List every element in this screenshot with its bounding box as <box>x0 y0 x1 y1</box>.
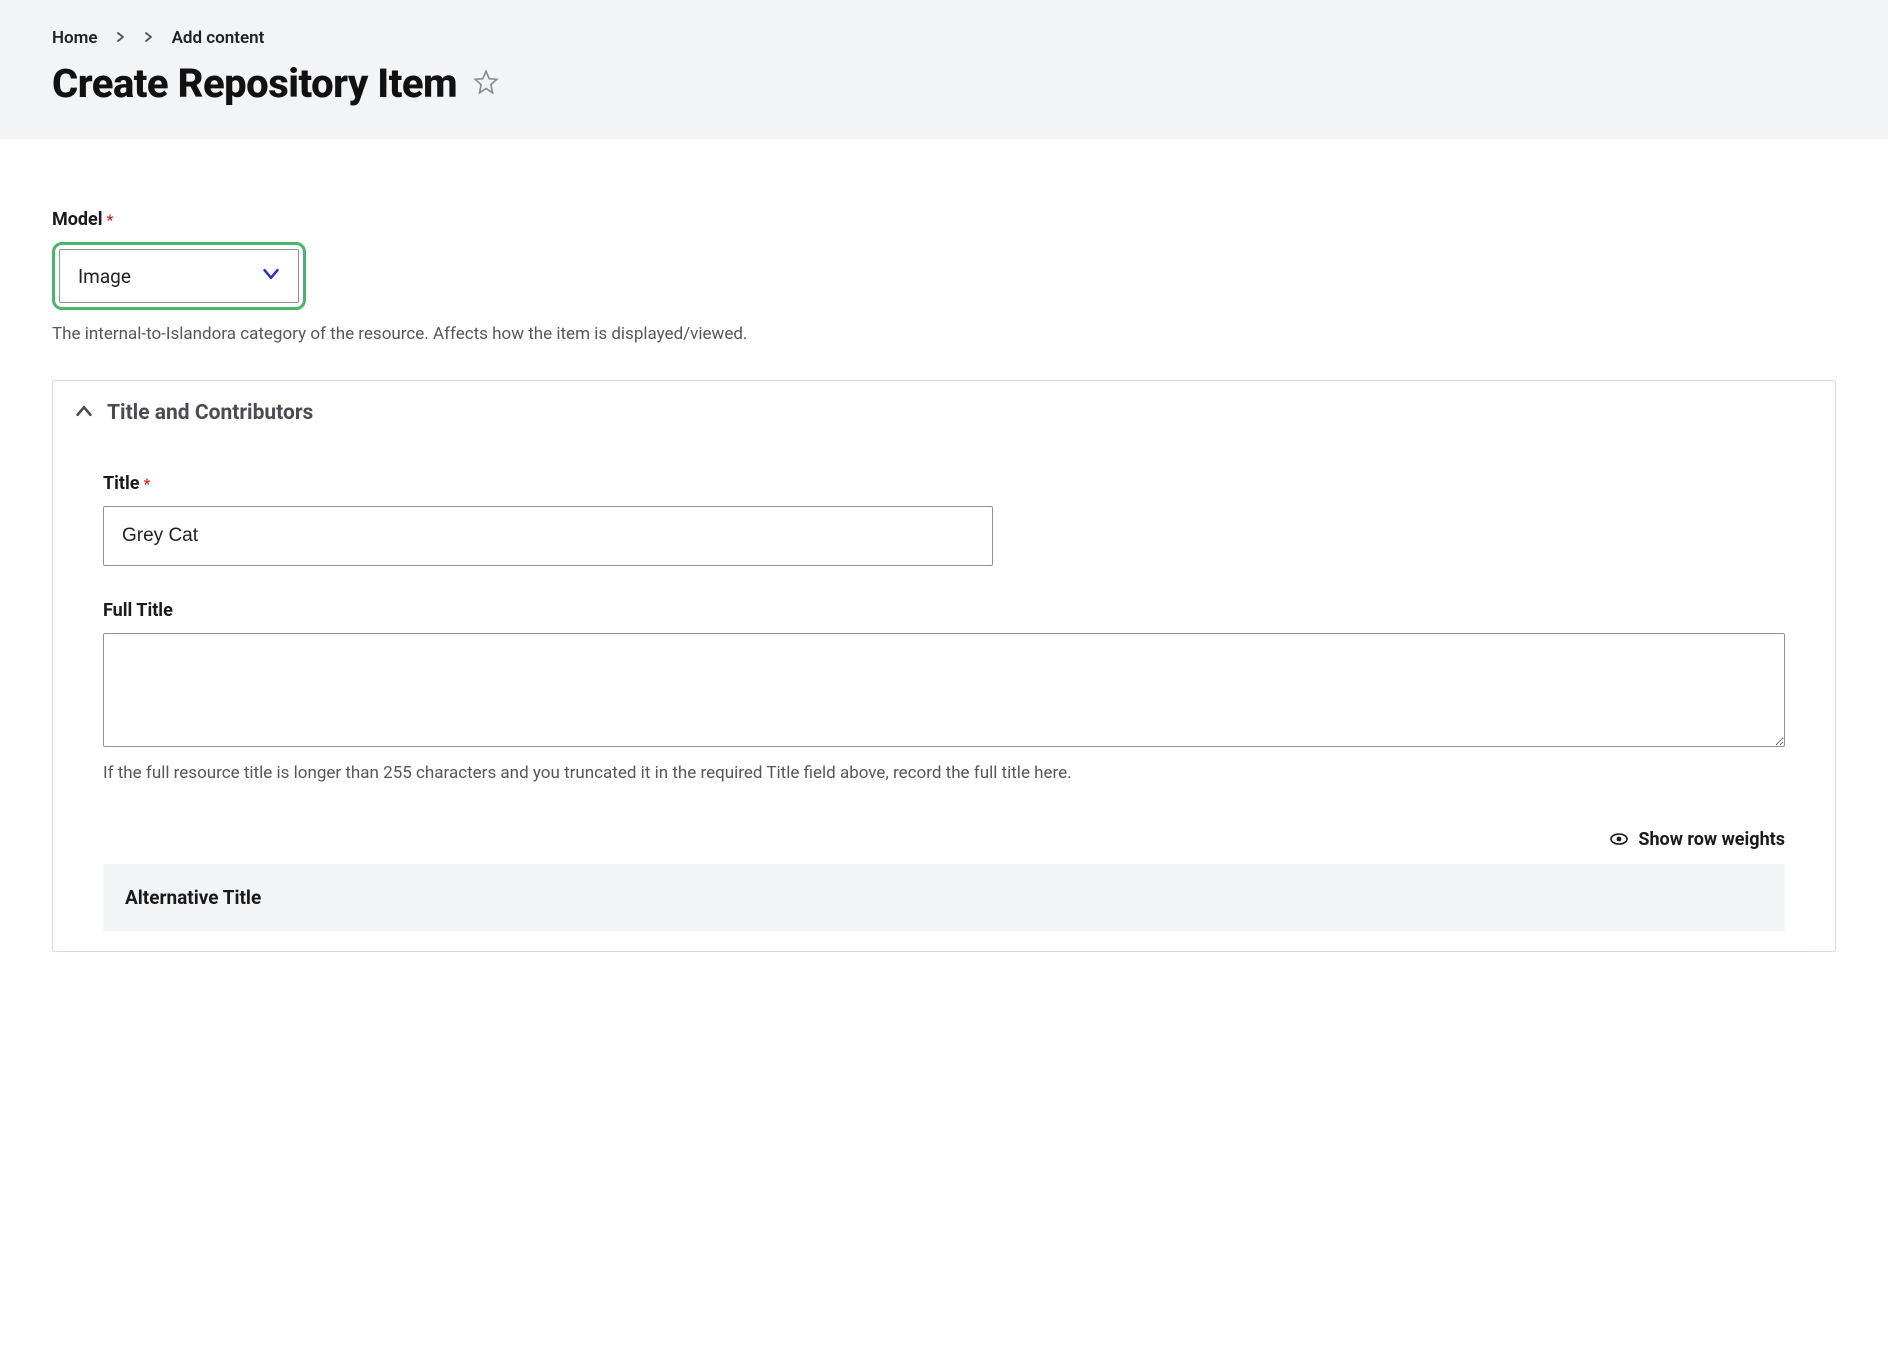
required-indicator: * <box>107 211 114 229</box>
breadcrumb: Home Add content <box>52 28 1836 48</box>
title-label: Title * <box>103 473 1785 494</box>
chevron-right-icon <box>144 30 154 46</box>
section-body: Title * Full Title If the full resource … <box>53 445 1835 951</box>
page-title: Create Repository Item <box>52 60 457 107</box>
alternative-title-header: Alternative Title <box>103 864 1785 931</box>
model-label-text: Model <box>52 209 103 230</box>
content-region: Model * Image The internal-to-Islandora … <box>0 139 1888 982</box>
full-title-description: If the full resource title is longer tha… <box>103 763 1785 783</box>
star-icon[interactable] <box>473 69 499 99</box>
model-select[interactable]: Image <box>59 249 299 303</box>
alternative-title-header-text: Alternative Title <box>125 886 261 909</box>
page-header: Home Add content Create Repository Item <box>0 0 1888 139</box>
model-label: Model * <box>52 209 1836 230</box>
required-indicator: * <box>144 475 151 493</box>
title-contributors-section: Title and Contributors Title * Full Titl… <box>52 380 1836 952</box>
full-title-textarea[interactable] <box>103 633 1785 747</box>
full-title-label-text: Full Title <box>103 600 173 621</box>
title-label-text: Title <box>103 473 140 494</box>
page-title-row: Create Repository Item <box>52 60 1836 107</box>
section-toggle[interactable]: Title and Contributors <box>53 381 1835 445</box>
breadcrumb-home[interactable]: Home <box>52 28 98 48</box>
model-select-value: Image <box>78 265 131 288</box>
title-input[interactable] <box>103 506 993 566</box>
chevron-down-icon <box>262 265 280 288</box>
chevron-up-icon <box>75 402 93 424</box>
model-select-highlight: Image <box>52 242 306 310</box>
breadcrumb-add-content[interactable]: Add content <box>172 28 265 48</box>
model-description: The internal-to-Islandora category of th… <box>52 324 1836 344</box>
chevron-right-icon <box>116 30 126 46</box>
section-title: Title and Contributors <box>107 401 313 425</box>
eye-icon <box>1610 829 1628 850</box>
show-row-weights-toggle[interactable]: Show row weights <box>103 829 1785 850</box>
full-title-label: Full Title <box>103 600 1785 621</box>
show-weights-label: Show row weights <box>1638 829 1785 850</box>
